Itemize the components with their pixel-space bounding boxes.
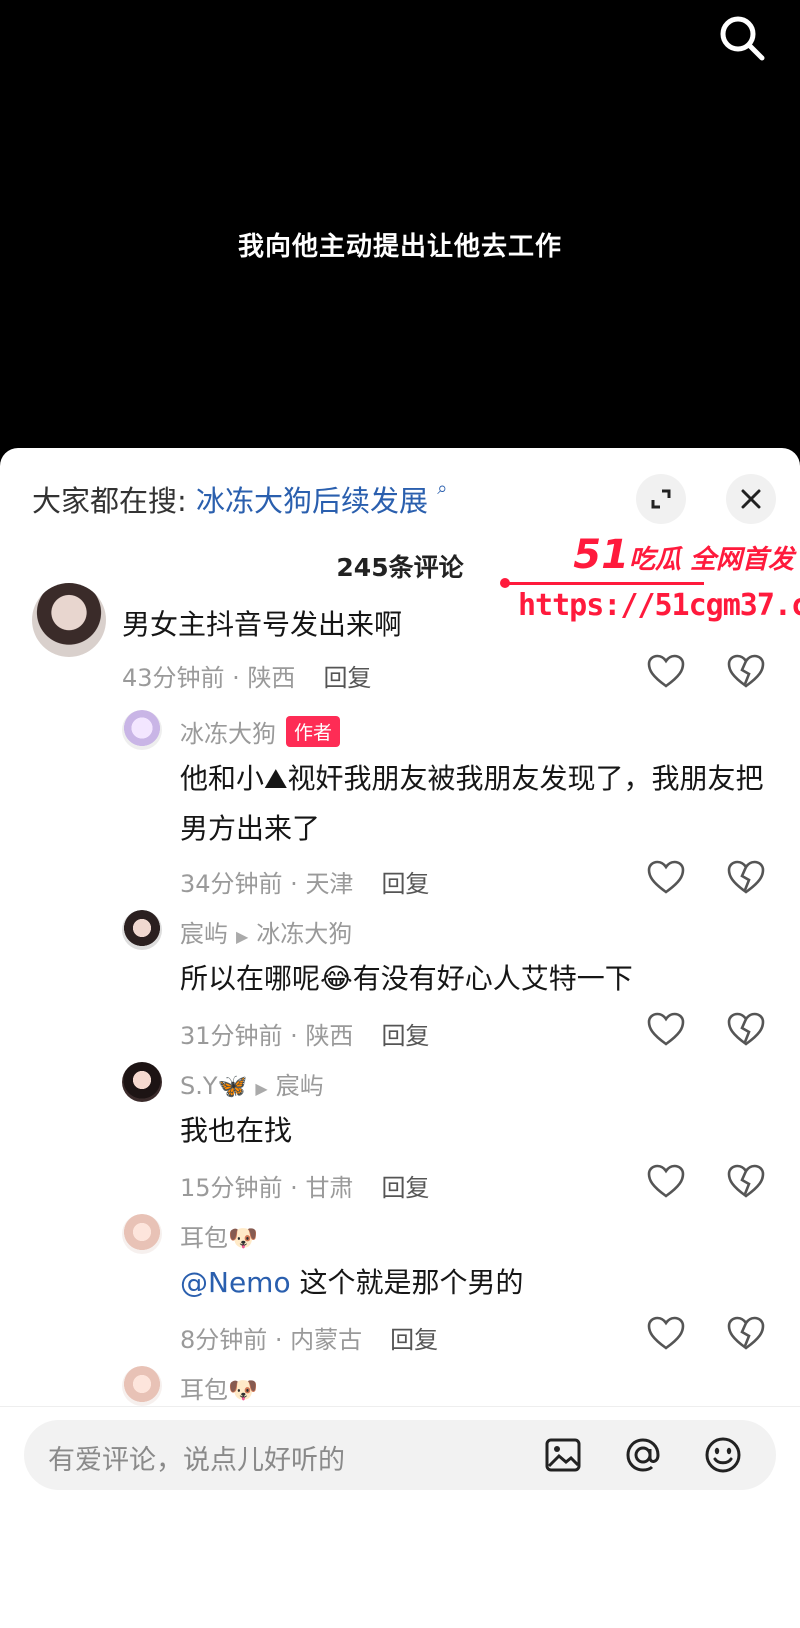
comment-text: 我也在找	[180, 1114, 293, 1147]
reply-button[interactable]: 回复	[381, 1022, 429, 1050]
trending-search-prefix: 大家都在搜:	[32, 484, 187, 518]
avatar[interactable]	[122, 1214, 162, 1254]
comment-user[interactable]: 耳包🐶	[180, 1218, 258, 1253]
watermark-line	[504, 582, 704, 585]
avatar[interactable]	[122, 910, 162, 950]
comment-text: 男女主抖音号发出来啊	[122, 608, 403, 641]
dislike-icon[interactable]	[726, 1314, 766, 1354]
comment-meta: 43分钟前 · 陕西 回复	[122, 664, 372, 692]
avatar[interactable]	[32, 583, 106, 657]
avatar[interactable]	[122, 1062, 162, 1102]
author-badge: 作者	[286, 716, 341, 747]
watermark-url: https://51cgm37.com	[518, 588, 800, 623]
trending-search[interactable]: 大家都在搜: 冰冻大狗后续发展 ⌕	[32, 478, 447, 520]
close-icon	[741, 489, 761, 509]
dislike-icon[interactable]	[726, 652, 766, 692]
avatar[interactable]	[122, 710, 162, 750]
search-icon[interactable]	[714, 10, 770, 66]
reply-arrow-icon: ▶	[236, 927, 249, 946]
dislike-icon[interactable]	[726, 1162, 766, 1202]
comment-user[interactable]: 宸屿 ▶ 冰冻大狗	[180, 914, 352, 949]
watermark: 51吃瓜 全网首发 https://51cgm37.com	[500, 532, 800, 642]
dislike-icon[interactable]	[726, 858, 766, 898]
video-subtitle: 我向他主动提出让他去工作	[237, 232, 562, 262]
reply-button[interactable]: 回复	[381, 1174, 429, 1202]
like-icon[interactable]	[646, 1314, 686, 1354]
comment-text: 他和小⛰视奸我朋友被我朋友发现了，我朋友把男方出来了	[180, 762, 764, 845]
like-icon[interactable]	[646, 1010, 686, 1050]
comment-user[interactable]: 冰冻大狗 作者	[180, 714, 341, 749]
comment-meta: 31分钟前 · 陕西 回复	[180, 1022, 430, 1050]
like-icon[interactable]	[646, 1162, 686, 1202]
avatar[interactable]	[122, 1366, 162, 1406]
trending-search-term[interactable]: 冰冻大狗后续发展	[196, 484, 428, 518]
reply-button[interactable]: 回复	[390, 1326, 438, 1354]
divider	[0, 1406, 800, 1407]
comment-text: 所以在哪呢😂有没有好心人艾特一下	[180, 962, 633, 995]
close-button[interactable]	[726, 474, 776, 524]
mention-link[interactable]: @Nemo	[180, 1266, 291, 1299]
like-icon[interactable]	[646, 652, 686, 692]
reply-button[interactable]: 回复	[381, 870, 429, 898]
comment-text: @Nemo 这个就是那个男的	[180, 1266, 524, 1299]
watermark-brand: 51吃瓜 全网首发	[573, 532, 794, 578]
dislike-icon[interactable]	[726, 1010, 766, 1050]
comment-meta: 34分钟前 · 天津 回复	[180, 870, 430, 898]
reply-button[interactable]: 回复	[323, 664, 371, 692]
comment-user[interactable]: 耳包🐶	[180, 1370, 258, 1405]
comment-user[interactable]: S.Y🦋 ▶ 宸屿	[180, 1066, 324, 1101]
image-icon[interactable]	[542, 1434, 584, 1476]
reply-arrow-icon: ▶	[255, 1079, 268, 1098]
at-icon[interactable]	[622, 1434, 664, 1476]
expand-button[interactable]	[636, 474, 686, 524]
comment-sheet: 大家都在搜: 冰冻大狗后续发展 ⌕ 245条评论 51吃瓜 全网首发 https…	[0, 448, 800, 1628]
small-search-icon: ⌕	[437, 478, 448, 499]
comment-meta: 8分钟前 · 内蒙古 回复	[180, 1326, 439, 1354]
expand-icon	[651, 489, 671, 509]
video-area[interactable]: 我向他主动提出让他去工作	[0, 0, 800, 450]
comment-input[interactable]: 有爱评论，说点儿好听的	[48, 1438, 345, 1477]
comment-meta: 15分钟前 · 甘肃 回复	[180, 1174, 430, 1202]
comment-input-bar[interactable]: 有爱评论，说点儿好听的	[24, 1420, 776, 1490]
like-icon[interactable]	[646, 858, 686, 898]
emoji-icon[interactable]	[702, 1434, 744, 1476]
